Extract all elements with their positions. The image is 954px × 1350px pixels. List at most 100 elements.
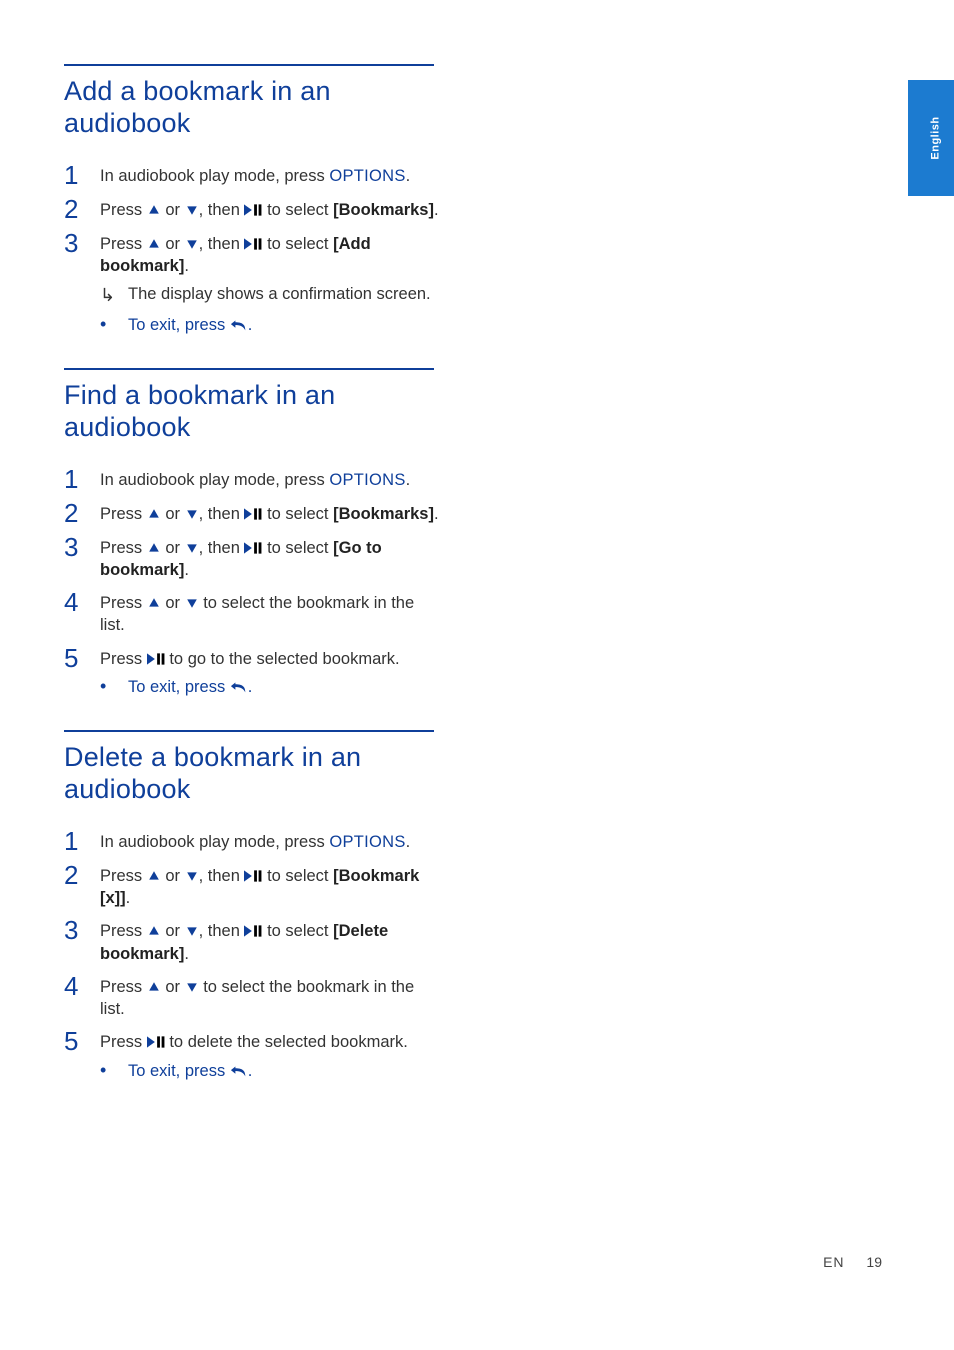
step-number: 4 xyxy=(64,589,100,637)
section-block: Add a bookmark in an audiobook1In audiob… xyxy=(64,64,440,336)
step-body: Press to go to the selected bookmark.•To… xyxy=(100,645,400,699)
down-icon xyxy=(185,925,199,937)
step: 4Press or to select the bookmark in the … xyxy=(64,973,440,1021)
step: 2Press or , then to select [Bookmarks]. xyxy=(64,196,440,222)
section-rule xyxy=(64,368,434,370)
up-icon xyxy=(147,542,161,554)
step-body: Press or , then to select [Bookmarks]. xyxy=(100,196,439,222)
up-icon xyxy=(147,981,161,993)
step: 1In audiobook play mode, press OPTIONS. xyxy=(64,828,440,854)
down-icon xyxy=(185,981,199,993)
bullet-icon: • xyxy=(100,676,128,698)
section-rule xyxy=(64,64,434,66)
step: 1In audiobook play mode, press OPTIONS. xyxy=(64,466,440,492)
step-list: 1In audiobook play mode, press OPTIONS.2… xyxy=(64,828,440,1082)
page-footer: EN 19 xyxy=(823,1254,882,1270)
section-rule xyxy=(64,730,434,732)
bullet-icon: • xyxy=(100,314,128,336)
bullet-icon: • xyxy=(100,1060,128,1082)
step-sub: •To exit, press . xyxy=(100,676,400,698)
step-number: 3 xyxy=(64,534,100,582)
play-pause-icon xyxy=(244,542,262,554)
play-pause-icon xyxy=(244,925,262,937)
section-block: Delete a bookmark in an audiobook 1In aud… xyxy=(64,730,440,1082)
step: 4Press or to select the bookmark in the … xyxy=(64,589,440,637)
step-sub-text: To exit, press . xyxy=(128,676,400,698)
step-sub: •To exit, press . xyxy=(100,314,440,336)
play-pause-icon xyxy=(147,653,165,665)
step-number: 2 xyxy=(64,500,100,526)
menu-item-label: [Bookmarks] xyxy=(333,201,434,219)
step-body: Press or , then to select [Delete bookma… xyxy=(100,917,440,965)
up-icon xyxy=(147,238,161,250)
step-number: 2 xyxy=(64,196,100,222)
options-label: OPTIONS xyxy=(329,471,405,489)
step: 3Press or , then to select [Go to bookma… xyxy=(64,534,440,582)
play-pause-icon xyxy=(147,1036,165,1048)
step-body: In audiobook play mode, press OPTIONS. xyxy=(100,466,410,492)
step-body: In audiobook play mode, press OPTIONS. xyxy=(100,828,410,854)
step-sub-text: To exit, press . xyxy=(128,1060,408,1082)
play-pause-icon xyxy=(244,508,262,520)
down-icon xyxy=(185,542,199,554)
down-icon xyxy=(185,508,199,520)
down-icon xyxy=(185,238,199,250)
section-title: Delete a bookmark in an audiobook xyxy=(64,742,440,806)
up-icon xyxy=(147,508,161,520)
play-pause-icon xyxy=(244,204,262,216)
footer-page-number: 19 xyxy=(866,1254,882,1270)
step: 2Press or , then to select [Bookmark [x]… xyxy=(64,862,440,910)
down-icon xyxy=(185,870,199,882)
play-pause-icon xyxy=(244,238,262,250)
step: 3Press or , then to select [Delete bookm… xyxy=(64,917,440,965)
language-tab: English xyxy=(908,80,954,196)
step-sub-text: To exit, press . xyxy=(128,314,440,336)
language-tab-label: English xyxy=(930,116,942,159)
step-number: 3 xyxy=(64,917,100,965)
section-title: Find a bookmark in an audiobook xyxy=(64,380,440,444)
step-body: Press or to select the bookmark in the l… xyxy=(100,973,440,1021)
section-block: Find a bookmark in an audiobook 1In audio… xyxy=(64,368,440,698)
footer-language: EN xyxy=(823,1254,844,1270)
step-list: 1In audiobook play mode, press OPTIONS. 2… xyxy=(64,162,440,336)
step-sub-text: The display shows a confirmation screen. xyxy=(128,283,440,307)
back-icon xyxy=(230,318,248,332)
step-number: 3 xyxy=(64,230,100,336)
down-icon xyxy=(185,204,199,216)
step-body: Press or , then to select [Bookmark [x]]… xyxy=(100,862,440,910)
step-number: 5 xyxy=(64,645,100,699)
step-list: 1In audiobook play mode, press OPTIONS.2… xyxy=(64,466,440,699)
up-icon xyxy=(147,204,161,216)
up-icon xyxy=(147,925,161,937)
up-icon xyxy=(147,870,161,882)
step-number: 4 xyxy=(64,973,100,1021)
step-number: 5 xyxy=(64,1028,100,1082)
back-icon xyxy=(230,1064,248,1078)
step-body: Press to delete the selected bookmark.•T… xyxy=(100,1028,408,1082)
options-label: OPTIONS xyxy=(329,833,405,851)
back-icon xyxy=(230,680,248,694)
step: 2Press or , then to select [Bookmarks]. xyxy=(64,500,440,526)
step-number: 1 xyxy=(64,828,100,854)
play-pause-icon xyxy=(244,870,262,882)
down-icon xyxy=(185,597,199,609)
options-label: OPTIONS xyxy=(329,167,405,185)
result-arrow-icon: ↳ xyxy=(100,283,128,307)
content-column: Add a bookmark in an audiobook1In audiob… xyxy=(64,64,440,1082)
step-body: Press or , then to select [Go to bookmar… xyxy=(100,534,440,582)
step-body: Press or , then to select [Add bookmark]… xyxy=(100,230,440,336)
step: 5Press to delete the selected bookmark.•… xyxy=(64,1028,440,1082)
step: 5Press to go to the selected bookmark.•T… xyxy=(64,645,440,699)
up-icon xyxy=(147,597,161,609)
manual-page: English Add a bookmark in an audiobook1I… xyxy=(0,0,954,1350)
step-sub: •To exit, press . xyxy=(100,1060,408,1082)
menu-item-label: [Bookmarks] xyxy=(333,505,434,523)
step: 1In audiobook play mode, press OPTIONS. xyxy=(64,162,440,188)
step-body: Press or to select the bookmark in the l… xyxy=(100,589,440,637)
step-sub: ↳The display shows a confirmation screen… xyxy=(100,283,440,307)
step-number: 1 xyxy=(64,466,100,492)
step-body: In audiobook play mode, press OPTIONS. xyxy=(100,162,410,188)
step: 3Press or , then to select [Add bookmark… xyxy=(64,230,440,336)
step-number: 2 xyxy=(64,862,100,910)
step-body: Press or , then to select [Bookmarks]. xyxy=(100,500,439,526)
